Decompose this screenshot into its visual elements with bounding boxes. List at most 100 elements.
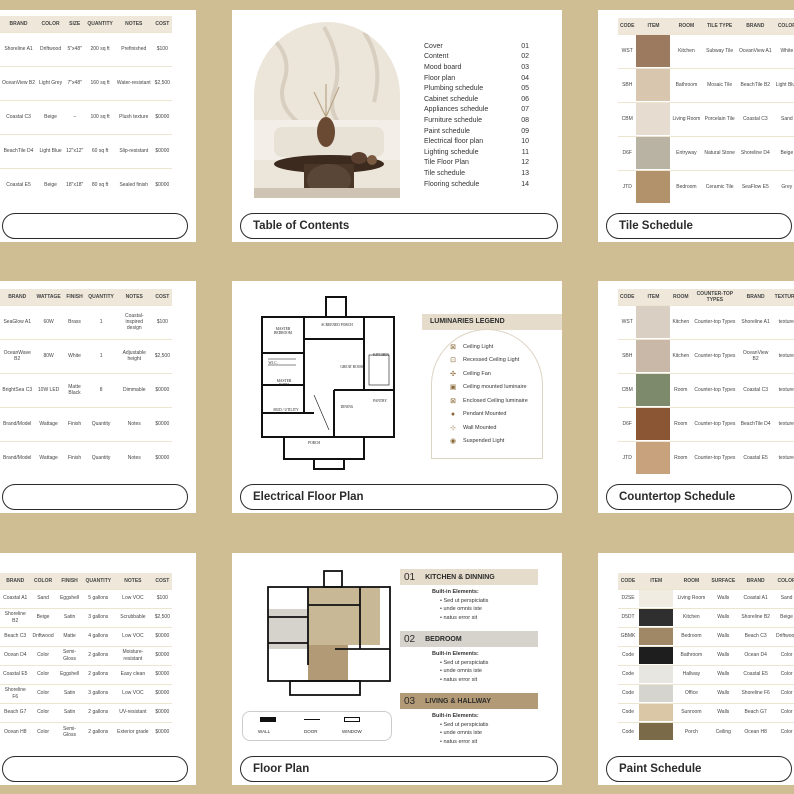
ceiling-light-icon: ⊠: [450, 343, 456, 351]
type-cell: Counter-top Types: [691, 338, 739, 373]
toc-item[interactable]: Floor plan 04: [424, 73, 529, 84]
texture-cell: texture: [772, 304, 794, 339]
column-header: TILE TYPE: [702, 18, 737, 34]
legend-label: Ceiling Light: [463, 343, 494, 350]
toc-item[interactable]: Furniture schedule 08: [424, 115, 529, 126]
brand-cell: Shoreline D4: [736, 135, 774, 170]
section-subtitle: Built-in Elements:: [432, 713, 479, 719]
legend-door-label: DOOR: [304, 729, 318, 734]
brand-cell: Coastal E5: [738, 440, 773, 475]
card-title-pill[interactable]: [2, 213, 188, 239]
toc-item-number: 01: [521, 42, 529, 50]
room-cell: Hallway: [674, 664, 709, 684]
table-cell: Beige: [37, 167, 65, 202]
legend-label: Ceiling Fan: [463, 370, 491, 377]
toc-item[interactable]: Electrical floor plan 10: [424, 136, 529, 147]
toc-item-number: 07: [521, 106, 529, 114]
table-cell: Light Grey: [37, 65, 65, 100]
ceiling-mounted-luminaire-icon: ▣: [449, 384, 457, 392]
table-cell: Coastal E5: [0, 167, 38, 202]
table-row: Shoreline B2 Beige Satin 3 gallons Scrubbabl…: [0, 607, 172, 627]
color-cell: Color: [773, 645, 794, 665]
table-row: D6F Room Counter-top Types BeachTile D4 text…: [618, 406, 794, 441]
brand-cell: OceanView A1: [736, 33, 774, 68]
type-cell: Counter-top Types: [691, 440, 739, 475]
legend-item: ⊠ Enclosed Ceiling luminaire: [449, 394, 549, 408]
toc-item-number: 06: [521, 95, 529, 103]
brand-cell: Coastal E5: [738, 664, 774, 684]
table-cell: 2 gallons: [83, 702, 114, 722]
toc-item[interactable]: Cover 01: [424, 41, 529, 52]
table-row: Shoreline A1 Driftwood 5"x48" 200 sq ft Pref…: [0, 31, 172, 66]
section-banner: 02 BEDROOM: [400, 631, 538, 647]
card-title-pill[interactable]: Floor Plan: [240, 756, 558, 782]
card-title-pill[interactable]: Electrical Floor Plan: [240, 484, 558, 510]
bullet-text: Sed ut perspiciatis: [443, 597, 489, 604]
table-cell: $0000: [152, 702, 172, 722]
table-header-row: BRAND WATTAGE FINISH QUANTITY NOTES COST: [0, 289, 172, 305]
paint-schedule-card: CODE ITEM ROOM SURFACE BRAND COLOR D2SE Living …: [598, 553, 794, 785]
table-cell: 18"x18": [64, 167, 86, 202]
floor-plan-legend-box: [242, 711, 392, 741]
card-title-pill[interactable]: Table of Contents: [240, 213, 558, 239]
column-header: BRAND: [738, 289, 773, 305]
toc-item-number: 13: [521, 169, 529, 177]
column-header: COUNTER-TOP TYPES: [691, 289, 739, 305]
color-cell: Sand: [773, 588, 794, 608]
toc-item[interactable]: Tile schedule 13: [424, 168, 529, 179]
card-title-pill[interactable]: [2, 484, 188, 510]
table-cell: $0000: [152, 167, 172, 202]
section-number: 01: [404, 571, 416, 583]
table-cell: 200 sq ft: [85, 31, 115, 66]
surface-cell: Walls: [708, 607, 739, 627]
mood-photo: [254, 22, 400, 198]
toc-item[interactable]: Appliances schedule 07: [424, 105, 529, 116]
electrical-floor-plan-card: MASTER BEDROOM SCREENED PORCH GREAT ROOM…: [232, 281, 562, 513]
code-cell: Code: [618, 702, 639, 722]
item-cell: [636, 372, 671, 407]
table-cell: $2,500: [152, 338, 172, 373]
item-cell: [638, 607, 675, 627]
table-cell: Water-resistant: [114, 65, 153, 100]
table-cell: 80W: [34, 338, 63, 373]
code-cell: WST: [618, 304, 637, 339]
material-swatch: [639, 723, 674, 741]
toc-item[interactable]: Cabinet schedule 06: [424, 94, 529, 105]
toc-item-number: 02: [521, 53, 529, 61]
toc-item[interactable]: Tile Floor Plan 12: [424, 158, 529, 169]
table-cell: Wattage: [34, 406, 63, 441]
table-cell: $0000: [152, 721, 172, 741]
code-cell: D2SE: [618, 588, 639, 608]
table-cell: Easy clean: [113, 664, 153, 684]
room-cell: Porch: [674, 721, 709, 741]
legend-label: Pendant Mounted: [463, 411, 507, 418]
toc-item[interactable]: Content 02: [424, 52, 529, 63]
legend-item: ▣ Ceiling mounted luminaire: [449, 381, 549, 395]
code-cell: JTD: [618, 440, 637, 475]
toc-item[interactable]: Flooring schedule 14: [424, 179, 529, 190]
table-row: Coastal C3 Beige –100 sq ft Plush texture $0…: [0, 99, 172, 134]
card-title-pill[interactable]: Tile Schedule: [606, 213, 792, 239]
table-cell: 10W LED: [34, 372, 63, 407]
toc-item[interactable]: Plumbing schedule 05: [424, 83, 529, 94]
item-cell: [638, 721, 675, 741]
toc-item[interactable]: Lighting schedule 11: [424, 147, 529, 158]
table-cell: Beach C3: [0, 626, 31, 646]
item-cell: [636, 135, 671, 170]
card-title-pill[interactable]: Countertop Schedule: [606, 484, 792, 510]
card-title-pill[interactable]: Paint Schedule: [606, 756, 792, 782]
card-title-pill[interactable]: [2, 756, 188, 782]
brand-cell: BeachTile B2: [736, 67, 774, 102]
table-cell: $0000: [152, 645, 172, 665]
table-cell: 12"x12": [64, 133, 86, 168]
legend-label: Ceiling mounted luminaire: [463, 384, 527, 391]
column-header: BRAND: [0, 573, 31, 589]
color-cell: Beige: [773, 607, 794, 627]
material-swatch: [639, 628, 674, 645]
toc-item[interactable]: Mood board 03: [424, 62, 529, 73]
brand-cell: BeachTile D4: [738, 406, 773, 441]
toc-item[interactable]: Paint schedule 09: [424, 126, 529, 137]
column-header: COST: [152, 573, 172, 589]
room-screened-porch: SCREENED PORCH: [321, 323, 353, 327]
table-row: BeachTile D4 Light Blue 12"x12" 60 sq ft Sli…: [0, 133, 172, 168]
